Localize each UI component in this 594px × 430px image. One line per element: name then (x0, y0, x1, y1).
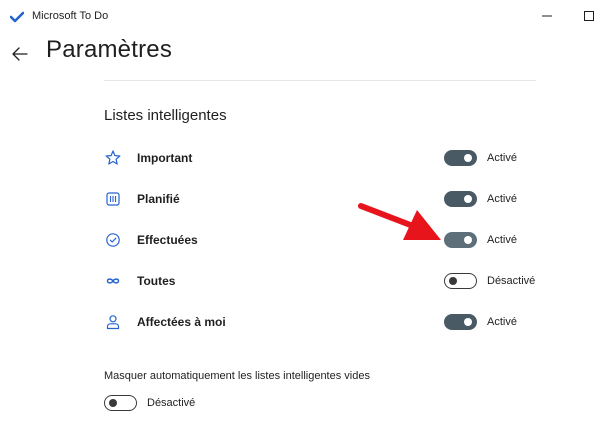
back-button[interactable] (6, 42, 34, 66)
auto-hide-row: Désactivé (104, 394, 304, 414)
toggle-state-label: Activé (487, 316, 517, 328)
auto-hide-label: Masquer automatiquement les listes intel… (104, 370, 370, 382)
toggle-knob (464, 236, 472, 244)
toggle-auto-hide[interactable] (104, 395, 137, 411)
maximize-icon (584, 11, 594, 21)
toggle-knob (109, 399, 117, 407)
smart-list-label: Effectuées (137, 233, 198, 247)
annotation-arrow-icon (358, 203, 441, 240)
app-window: Microsoft To Do Paramètres Listes intell… (0, 0, 594, 430)
smart-list-row-completed: Effectuées Activé (104, 225, 544, 255)
page-title: Paramètres (46, 36, 173, 63)
check-circle-icon (106, 233, 120, 247)
toggle-all[interactable] (444, 273, 477, 289)
calendar-icon (106, 192, 120, 206)
smart-list-row-all: Toutes Désactivé (104, 266, 544, 296)
minimize-icon (542, 15, 552, 17)
toggle-knob (464, 195, 472, 203)
toggle-state-label: Désactivé (147, 397, 196, 409)
back-arrow-icon (12, 47, 28, 61)
toggle-assigned[interactable] (444, 314, 477, 330)
toggle-knob (449, 277, 457, 285)
toggle-state-label: Activé (487, 152, 517, 164)
person-icon (106, 315, 120, 330)
toggle-knob (464, 154, 472, 162)
toggle-planned[interactable] (444, 191, 477, 207)
smart-list-row-assigned: Affectées à moi Activé (104, 307, 544, 337)
toggle-state-label: Activé (487, 234, 517, 246)
smart-list-label: Important (137, 151, 193, 165)
toggle-state-label: Désactivé (487, 275, 536, 287)
minimize-button[interactable] (534, 6, 560, 26)
smart-list-label: Planifié (137, 192, 180, 206)
section-heading-smart-lists: Listes intelligentes (104, 107, 227, 124)
star-icon (105, 150, 121, 165)
maximize-button[interactable] (576, 6, 594, 26)
toggle-knob (464, 318, 472, 326)
section-divider (104, 80, 536, 81)
toggle-state-label: Activé (487, 193, 517, 205)
smart-list-label: Affectées à moi (137, 315, 226, 329)
toggle-completed[interactable] (444, 232, 477, 248)
smart-list-row-planned: Planifié Activé (104, 184, 544, 214)
smart-list-label: Toutes (137, 274, 176, 288)
infinity-icon (106, 278, 120, 284)
app-title: Microsoft To Do (32, 10, 109, 22)
todo-logo-icon (10, 11, 24, 23)
smart-list-row-important: Important Activé (104, 143, 544, 173)
title-bar: Microsoft To Do (0, 0, 594, 32)
toggle-important[interactable] (444, 150, 477, 166)
